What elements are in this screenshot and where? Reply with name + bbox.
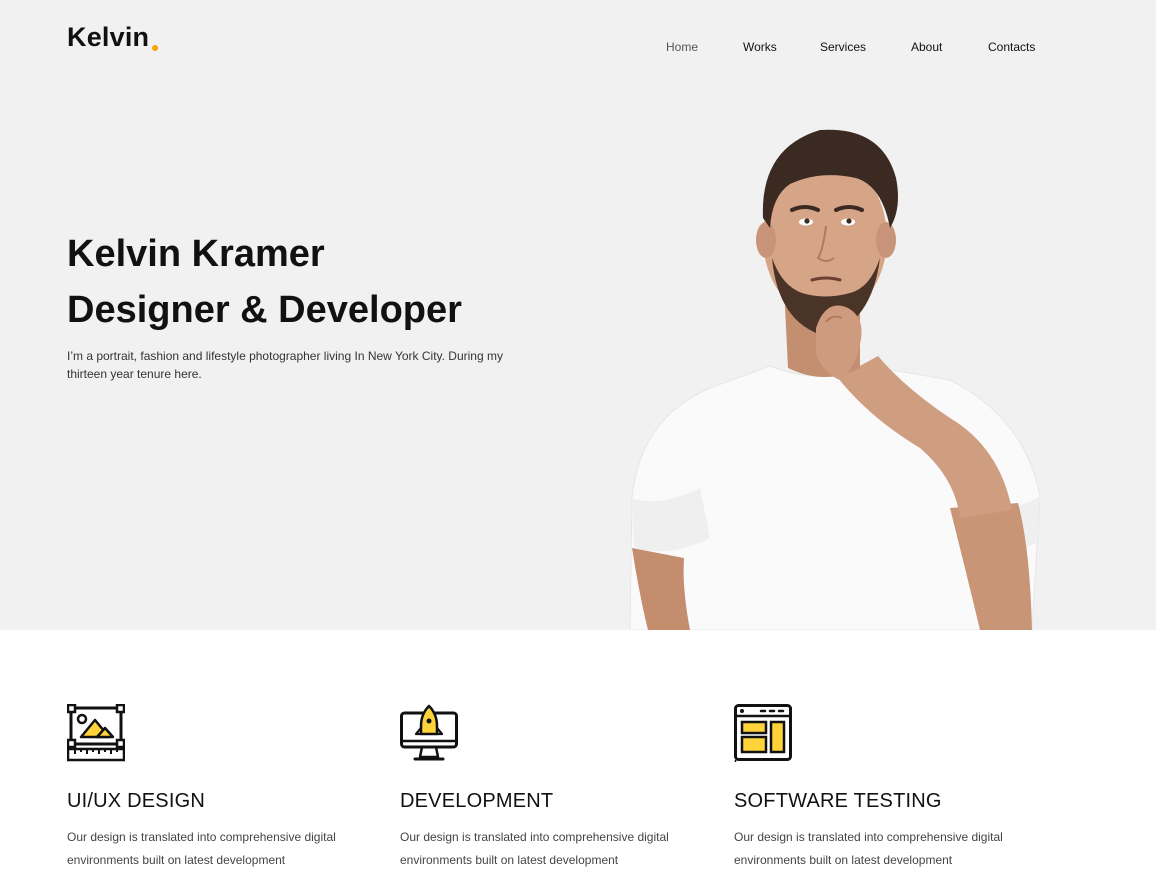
brand-dot bbox=[152, 45, 159, 51]
rocket-monitor-icon bbox=[400, 704, 458, 761]
service-card-uiux: UI/UX DESIGN Our design is translated in… bbox=[67, 704, 377, 867]
nav-contacts[interactable]: Contacts bbox=[988, 40, 1035, 54]
hero-title-name: Kelvin Kramer bbox=[67, 233, 325, 275]
design-icon bbox=[67, 704, 125, 762]
nav-about[interactable]: About bbox=[911, 40, 942, 54]
browser-layout-icon bbox=[734, 704, 792, 762]
brand-logo[interactable]: Kelvin bbox=[67, 22, 159, 53]
services-section: UI/UX DESIGN Our design is translated in… bbox=[0, 630, 1156, 870]
hero-title-role: Designer & Developer bbox=[67, 289, 462, 331]
nav-works[interactable]: Works bbox=[743, 40, 777, 54]
service-card-development: DEVELOPMENT Our design is translated int… bbox=[400, 704, 710, 867]
nav-services[interactable]: Services bbox=[820, 40, 866, 54]
service-title: SOFTWARE TESTING bbox=[734, 790, 942, 812]
hero-section: Kelvin Home Works Services About Contact… bbox=[0, 0, 1156, 630]
nav-home[interactable]: Home bbox=[666, 40, 698, 54]
brand-name: Kelvin bbox=[67, 22, 150, 52]
service-title: DEVELOPMENT bbox=[400, 790, 554, 812]
service-description: Our design is translated into comprehens… bbox=[400, 830, 669, 867]
service-description: Our design is translated into comprehens… bbox=[734, 830, 1003, 867]
service-description: Our design is translated into comprehens… bbox=[67, 830, 336, 867]
portrait-image bbox=[629, 129, 1041, 630]
hero-description: I’m a portrait, fashion and lifestyle ph… bbox=[67, 349, 503, 381]
service-title: UI/UX DESIGN bbox=[67, 790, 205, 812]
hero-title: Kelvin Kramer Designer & Developer bbox=[67, 226, 462, 338]
service-card-testing: SOFTWARE TESTING Our design is translate… bbox=[734, 704, 1044, 867]
